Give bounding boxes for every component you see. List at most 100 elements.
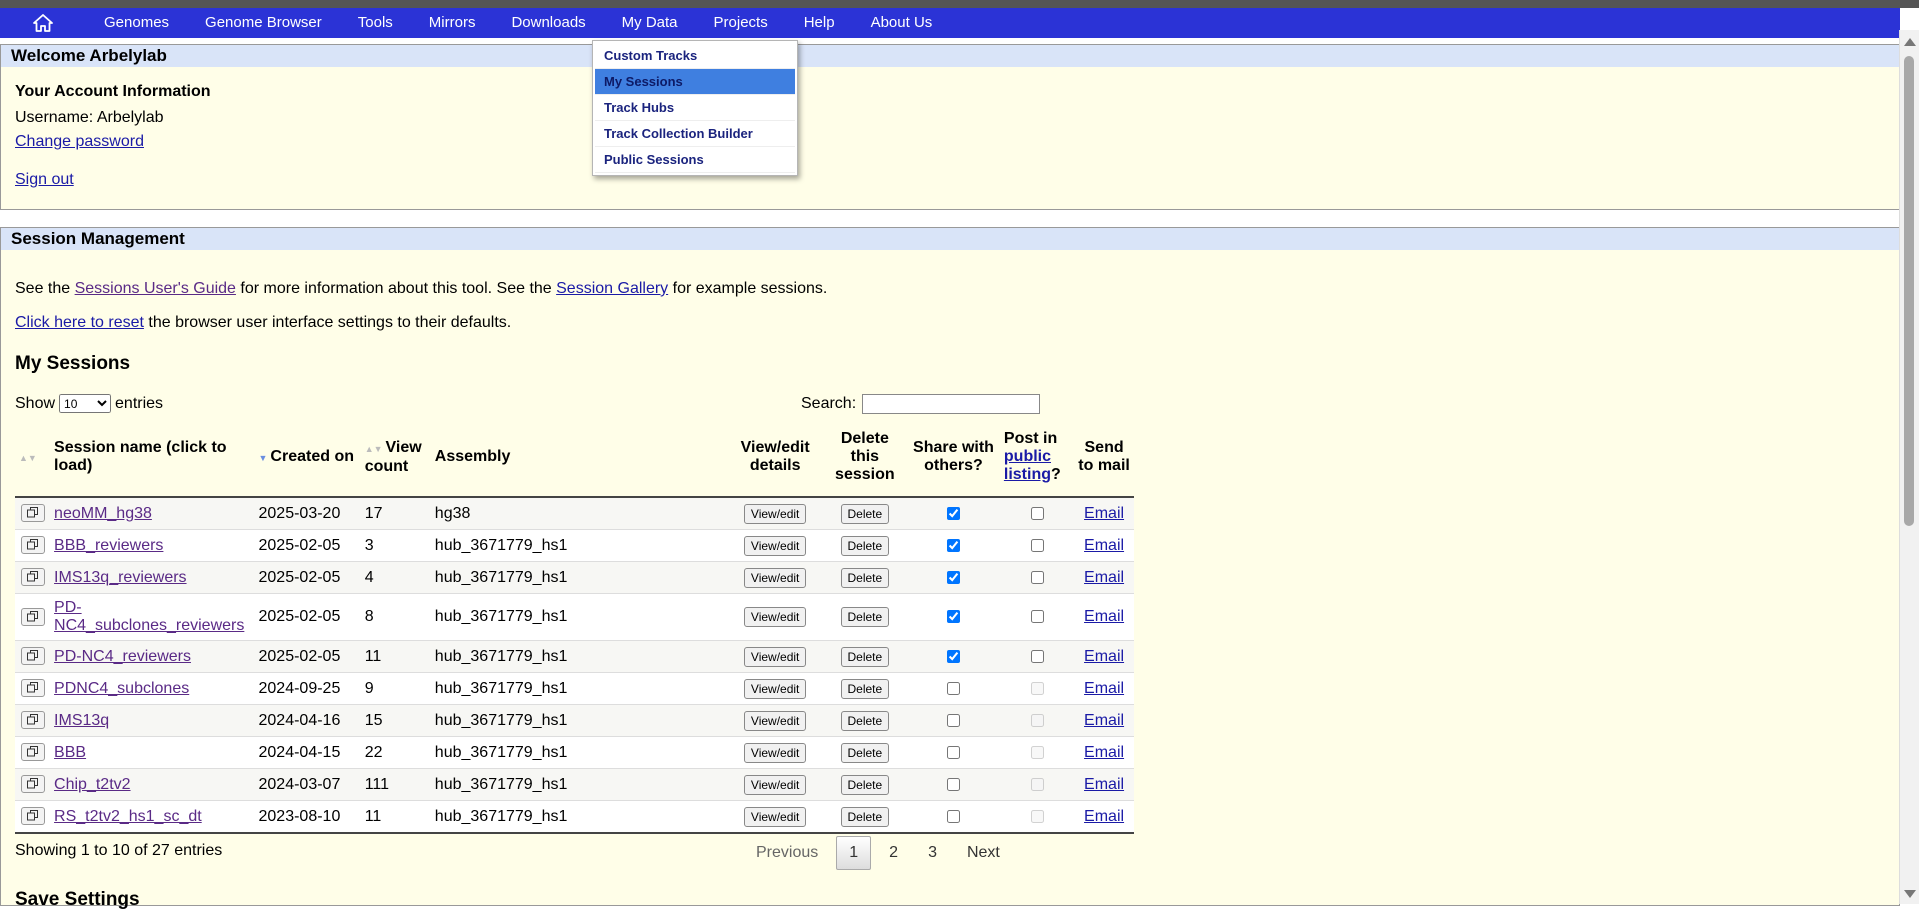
session-link[interactable]: Chip_t2tv2 bbox=[54, 776, 131, 793]
delete-button[interactable]: Delete bbox=[840, 607, 890, 627]
share-checkbox[interactable] bbox=[947, 713, 960, 727]
post-public-checkbox[interactable] bbox=[1030, 538, 1044, 552]
session-link[interactable]: PD-NC4_reviewers bbox=[54, 648, 191, 665]
email-link[interactable]: Email bbox=[1084, 744, 1124, 761]
previous-page-button[interactable]: Previous bbox=[744, 837, 830, 869]
scroll-up-icon[interactable] bbox=[1904, 38, 1916, 46]
sessions-users-guide-link[interactable]: Sessions User's Guide bbox=[75, 280, 236, 297]
nav-my-data[interactable]: My Data bbox=[603, 8, 696, 38]
nav-genomes[interactable]: Genomes bbox=[86, 8, 187, 38]
email-link[interactable]: Email bbox=[1084, 537, 1124, 554]
change-password-link[interactable]: Change password bbox=[15, 133, 144, 151]
view-edit-button[interactable]: View/edit bbox=[743, 503, 807, 524]
sign-out-link[interactable]: Sign out bbox=[15, 171, 74, 189]
copy-session-button[interactable] bbox=[20, 536, 45, 555]
delete-button[interactable]: Delete bbox=[840, 806, 890, 827]
dropdown-track-hubs[interactable]: Track Hubs bbox=[595, 95, 795, 121]
view-edit-button[interactable]: View/edit bbox=[743, 646, 807, 667]
search-input[interactable] bbox=[862, 394, 1041, 414]
post-public-checkbox[interactable] bbox=[1030, 713, 1044, 727]
page-3-button[interactable]: 3 bbox=[916, 837, 949, 869]
view-edit-button[interactable]: View/edit bbox=[743, 710, 807, 731]
delete-button[interactable]: Delete bbox=[840, 646, 890, 667]
share-checkbox[interactable] bbox=[947, 538, 960, 552]
share-checkbox[interactable] bbox=[947, 809, 960, 823]
delete-button[interactable]: Delete bbox=[840, 742, 890, 763]
session-link[interactable]: BBB_reviewers bbox=[54, 537, 163, 554]
copy-session-button[interactable] bbox=[20, 743, 45, 762]
session-link[interactable]: PDNC4_subclones bbox=[54, 680, 189, 697]
view-edit-button[interactable]: View/edit bbox=[743, 774, 807, 795]
email-link[interactable]: Email bbox=[1084, 808, 1124, 825]
session-link[interactable]: IMS13q_reviewers bbox=[54, 569, 187, 586]
delete-button[interactable]: Delete bbox=[840, 503, 890, 524]
scroll-down-icon[interactable] bbox=[1904, 890, 1916, 898]
header-assembly[interactable]: Assembly bbox=[430, 418, 728, 498]
dropdown-my-sessions[interactable]: My Sessions bbox=[595, 69, 795, 95]
copy-session-button[interactable] bbox=[20, 807, 45, 826]
email-link[interactable]: Email bbox=[1084, 776, 1124, 793]
vertical-scrollbar[interactable] bbox=[1899, 30, 1919, 904]
email-link[interactable]: Email bbox=[1084, 680, 1124, 697]
copy-session-button[interactable] bbox=[20, 775, 45, 794]
home-button[interactable] bbox=[0, 8, 86, 38]
view-edit-button[interactable]: View/edit bbox=[743, 567, 807, 588]
header-view-count[interactable]: ▲▼ View count bbox=[360, 418, 431, 498]
view-edit-button[interactable]: View/edit bbox=[743, 607, 807, 627]
page-2-button[interactable]: 2 bbox=[877, 837, 910, 869]
nav-help[interactable]: Help bbox=[786, 8, 853, 38]
dropdown-custom-tracks[interactable]: Custom Tracks bbox=[595, 43, 795, 69]
email-link[interactable]: Email bbox=[1084, 648, 1124, 665]
post-public-checkbox[interactable] bbox=[1030, 681, 1044, 695]
nav-projects[interactable]: Projects bbox=[696, 8, 786, 38]
share-checkbox[interactable] bbox=[947, 610, 960, 624]
session-link[interactable]: RS_t2tv2_hs1_sc_dt bbox=[54, 808, 202, 825]
header-session-name[interactable]: Session name (click to load) bbox=[50, 418, 255, 498]
share-checkbox[interactable] bbox=[947, 570, 960, 584]
post-public-checkbox[interactable] bbox=[1030, 809, 1044, 823]
email-link[interactable]: Email bbox=[1084, 608, 1124, 625]
view-edit-button[interactable]: View/edit bbox=[743, 678, 807, 699]
copy-session-button[interactable] bbox=[20, 607, 45, 626]
delete-button[interactable]: Delete bbox=[840, 535, 890, 556]
delete-button[interactable]: Delete bbox=[840, 710, 890, 731]
delete-button[interactable]: Delete bbox=[840, 678, 890, 699]
post-public-checkbox[interactable] bbox=[1030, 777, 1044, 791]
view-edit-button[interactable]: View/edit bbox=[743, 806, 807, 827]
session-link[interactable]: IMS13q bbox=[54, 712, 109, 729]
reset-settings-link[interactable]: Click here to reset bbox=[15, 314, 144, 331]
nav-tools[interactable]: Tools bbox=[340, 8, 411, 38]
scrollbar-thumb[interactable] bbox=[1904, 56, 1914, 526]
post-public-checkbox[interactable] bbox=[1030, 506, 1044, 520]
nav-downloads[interactable]: Downloads bbox=[493, 8, 603, 38]
dropdown-public-sessions[interactable]: Public Sessions bbox=[595, 147, 795, 173]
share-checkbox[interactable] bbox=[947, 777, 960, 791]
session-link[interactable]: neoMM_hg38 bbox=[54, 505, 152, 522]
copy-session-button[interactable] bbox=[20, 679, 45, 698]
nav-genome-browser[interactable]: Genome Browser bbox=[187, 8, 340, 38]
next-page-button[interactable]: Next bbox=[955, 837, 1012, 869]
share-checkbox[interactable] bbox=[947, 649, 960, 663]
post-public-checkbox[interactable] bbox=[1030, 570, 1044, 584]
email-link[interactable]: Email bbox=[1084, 569, 1124, 586]
delete-button[interactable]: Delete bbox=[840, 774, 890, 795]
page-1-button[interactable]: 1 bbox=[836, 836, 872, 870]
nav-mirrors[interactable]: Mirrors bbox=[411, 8, 494, 38]
view-edit-button[interactable]: View/edit bbox=[743, 742, 807, 763]
copy-session-button[interactable] bbox=[20, 647, 45, 666]
view-edit-button[interactable]: View/edit bbox=[743, 535, 807, 556]
session-link[interactable]: BBB bbox=[54, 744, 86, 761]
public-listing-link[interactable]: public listing bbox=[1004, 448, 1051, 483]
nav-about-us[interactable]: About Us bbox=[853, 8, 951, 38]
post-public-checkbox[interactable] bbox=[1030, 610, 1044, 624]
dropdown-track-collection-builder[interactable]: Track Collection Builder bbox=[595, 121, 795, 147]
copy-session-button[interactable] bbox=[20, 711, 45, 730]
header-created-on[interactable]: ▼ Created on bbox=[254, 418, 361, 498]
email-link[interactable]: Email bbox=[1084, 505, 1124, 522]
session-link[interactable]: PD-NC4_subclones_reviewers bbox=[54, 599, 244, 634]
delete-button[interactable]: Delete bbox=[840, 567, 890, 588]
session-gallery-link[interactable]: Session Gallery bbox=[556, 280, 668, 297]
entries-per-page-select[interactable]: 10 bbox=[59, 394, 112, 413]
post-public-checkbox[interactable] bbox=[1030, 649, 1044, 663]
share-checkbox[interactable] bbox=[947, 745, 960, 759]
